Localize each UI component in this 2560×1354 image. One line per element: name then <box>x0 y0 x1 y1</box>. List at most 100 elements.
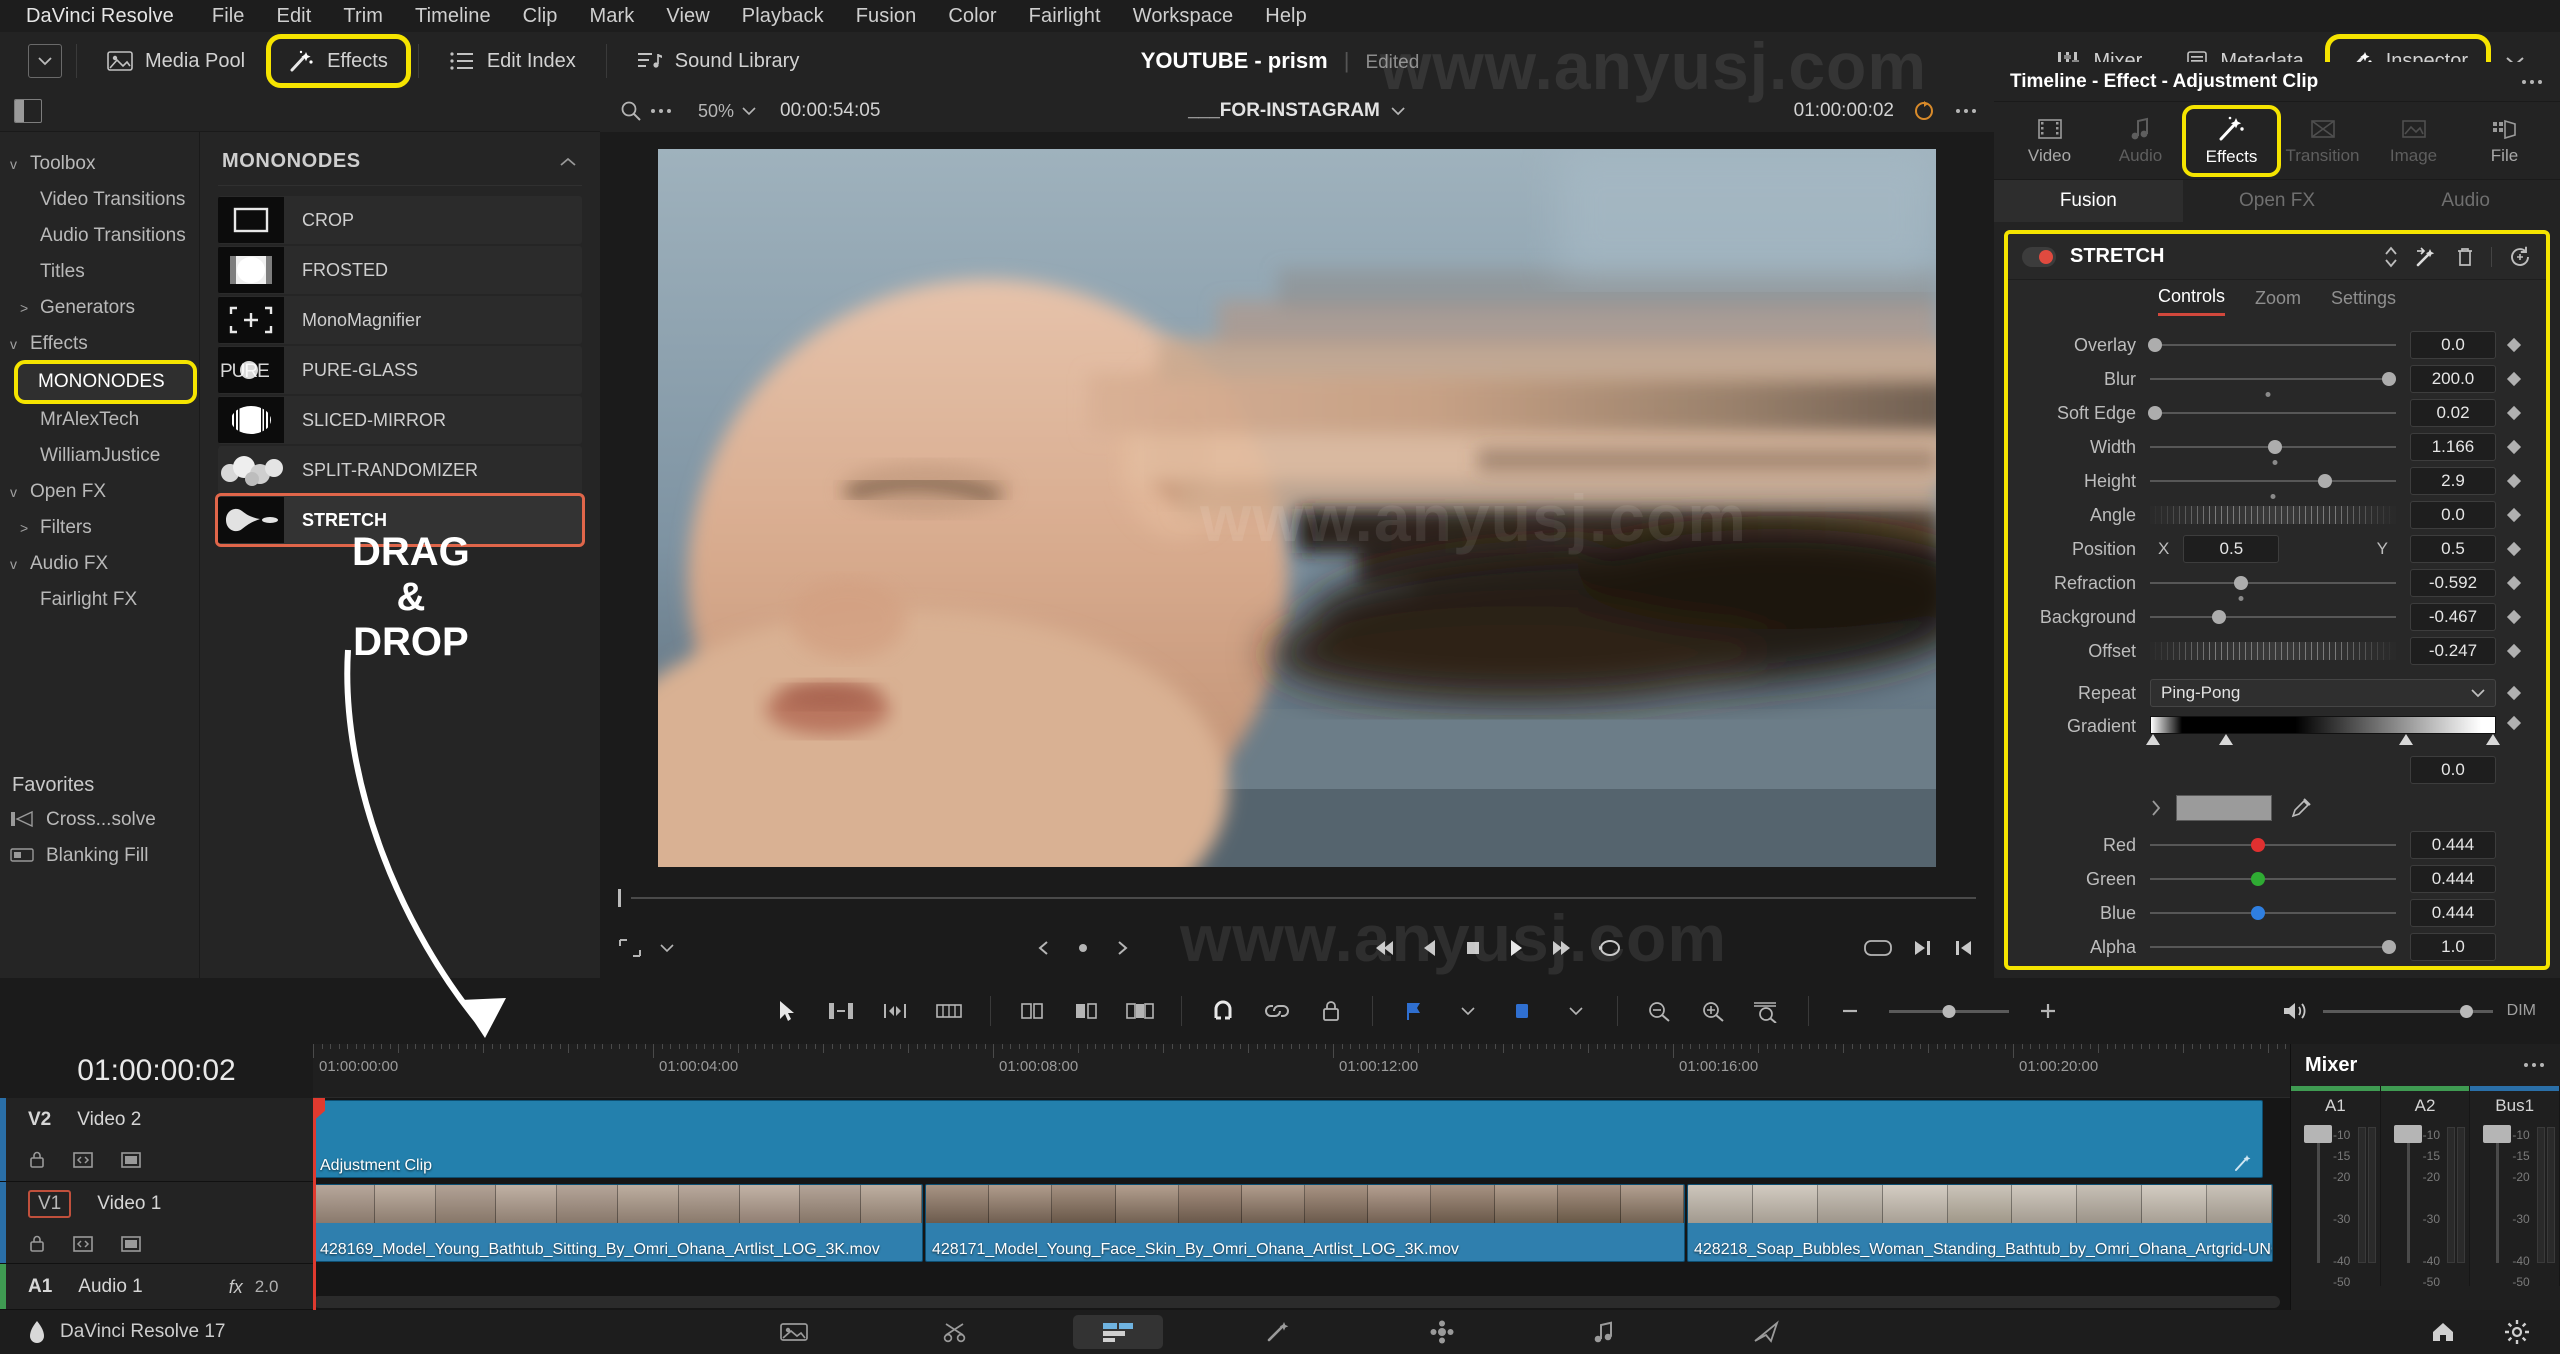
keyframe-button[interactable] <box>2496 685 2532 701</box>
param-value[interactable]: 0.0 <box>2410 501 2496 529</box>
keyframe-button[interactable] <box>2496 371 2532 387</box>
viewer-scrubber[interactable] <box>600 878 1994 918</box>
snapping-magnet-icon[interactable] <box>1206 994 1240 1028</box>
jump-start-icon[interactable] <box>1371 937 1397 959</box>
page-deliver[interactable] <box>1721 1315 1811 1349</box>
param-value[interactable]: 200.0 <box>2410 365 2496 393</box>
menu-item-edit[interactable]: Edit <box>261 0 328 32</box>
keyframe-button[interactable] <box>2496 715 2532 731</box>
tree-item-audio-transitions[interactable]: Audio Transitions <box>0 218 199 254</box>
next-clip-icon[interactable] <box>1910 938 1934 958</box>
dim-label[interactable]: DIM <box>2507 1002 2536 1020</box>
snap-mode-icon[interactable] <box>1015 994 1049 1028</box>
speaker-icon[interactable] <box>2281 999 2309 1023</box>
tree-item-mononodes[interactable]: MONONODES <box>14 360 197 404</box>
keyframe-button[interactable] <box>2496 473 2532 489</box>
menu-item-help[interactable]: Help <box>1249 0 1323 32</box>
next-marker-icon[interactable] <box>1113 939 1131 957</box>
position-y-value[interactable]: 0.5 <box>2410 535 2496 563</box>
effects-button[interactable]: Effects <box>266 34 411 88</box>
delete-icon[interactable] <box>2455 245 2475 269</box>
menu-item-timeline[interactable]: Timeline <box>399 0 507 32</box>
param-value[interactable]: 0.444 <box>2410 865 2496 893</box>
menu-item-color[interactable]: Color <box>932 0 1012 32</box>
media-pool-button[interactable]: Media Pool <box>89 39 263 83</box>
track-video-enable-icon[interactable] <box>120 1150 142 1170</box>
menu-item-clip[interactable]: Clip <box>507 0 574 32</box>
reset-icon[interactable] <box>2508 245 2532 269</box>
timeline-horizontal-scrollbar[interactable] <box>313 1296 2280 1308</box>
param-slider[interactable] <box>2150 835 2396 855</box>
menu-item-fairlight[interactable]: Fairlight <box>1013 0 1117 32</box>
param-value[interactable]: 1.0 <box>2410 933 2496 961</box>
track-id[interactable]: V1 <box>28 1190 72 1218</box>
param-value[interactable]: -0.592 <box>2410 569 2496 597</box>
effect-item-sliced-mirror[interactable]: SLICED-MIRROR <box>218 396 582 444</box>
loop-icon[interactable] <box>1912 100 1936 122</box>
param-value[interactable]: 2.9 <box>2410 467 2496 495</box>
viewer-more-icon[interactable] <box>1954 107 1978 115</box>
page-fairlight[interactable] <box>1559 1315 1649 1349</box>
param-value[interactable]: 0.444 <box>2410 899 2496 927</box>
timeline-tracks-area[interactable]: Adjustment Clip 428169_Model_Young_Batht… <box>313 1098 2290 1310</box>
param-value[interactable]: 0.444 <box>2410 831 2496 859</box>
add-effect-icon[interactable] <box>2415 245 2439 269</box>
param-slider[interactable] <box>2150 573 2396 601</box>
menu-item-file[interactable]: File <box>196 0 261 32</box>
keyframe-button[interactable] <box>2496 643 2532 659</box>
param-slider[interactable] <box>2150 903 2396 923</box>
keyframe-button[interactable] <box>2496 609 2532 625</box>
effect-item-frosted[interactable]: FROSTED <box>218 246 582 294</box>
tab-effects[interactable]: Effects <box>2182 104 2281 177</box>
sub-tab-audio[interactable]: Audio <box>2371 180 2560 222</box>
viewer-options-icon[interactable] <box>646 107 676 115</box>
selection-tool-icon[interactable] <box>770 994 804 1028</box>
lock-track-icon[interactable] <box>1314 994 1348 1028</box>
effect-enable-toggle[interactable] <box>2022 246 2056 267</box>
tree-item-filters[interactable]: > Filters <box>0 510 199 546</box>
param-slider[interactable] <box>2150 869 2396 889</box>
keyframe-button[interactable] <box>2496 541 2532 557</box>
favorite-item-blanking-fill[interactable]: Blanking Fill <box>0 838 199 874</box>
page-cut[interactable] <box>911 1315 1001 1349</box>
scrubber-track[interactable] <box>631 897 1976 899</box>
tree-item-mralextech[interactable]: MrAlexTech <box>0 402 199 438</box>
tab-audio[interactable]: Audio <box>2095 110 2186 172</box>
marker-icon[interactable] <box>1505 994 1539 1028</box>
keyframe-button[interactable] <box>2496 507 2532 523</box>
panel-layout-toggle[interactable] <box>14 98 42 123</box>
page-media[interactable] <box>749 1315 839 1349</box>
prev-clip-icon[interactable] <box>1952 938 1976 958</box>
tree-item-generators[interactable]: > Generators <box>0 290 199 326</box>
param-value[interactable]: -0.467 <box>2410 603 2496 631</box>
gradient-stop[interactable] <box>2219 734 2234 745</box>
control-tab-zoom[interactable]: Zoom <box>2255 288 2301 315</box>
link-clips-icon[interactable] <box>1260 994 1294 1028</box>
flag-icon[interactable] <box>1397 994 1431 1028</box>
tab-file[interactable]: File <box>2459 110 2550 172</box>
audio-volume-slider[interactable] <box>2322 1004 2493 1018</box>
gradient-bar[interactable] <box>2150 716 2496 734</box>
play-icon[interactable] <box>1505 937 1527 959</box>
loop-playback-icon[interactable] <box>1597 937 1623 959</box>
track-video-enable-icon[interactable] <box>120 1234 142 1254</box>
keyframe-button[interactable] <box>2496 337 2532 353</box>
gradient-stop[interactable] <box>2399 734 2414 745</box>
scrubber-playhead[interactable] <box>618 889 621 907</box>
search-icon[interactable] <box>616 100 646 122</box>
panel-chevron-button[interactable] <box>28 44 62 78</box>
marker-dot-icon[interactable] <box>1075 940 1091 956</box>
mixer-channel-a1[interactable]: A1 -10 -15 -20 -30 -40 -50 <box>2291 1086 2381 1289</box>
gradient-stop[interactable] <box>2146 734 2161 745</box>
track-gain-label[interactable]: 2.0 <box>255 1277 279 1297</box>
timeline-ruler[interactable]: 01:00:00:00 01:00:04:00 01:00:08:00 01:0… <box>313 1044 2346 1098</box>
timeline-selector[interactable]: ___FOR-INSTAGRAM <box>1188 100 1406 122</box>
track-fx-label[interactable]: fx <box>229 1277 243 1298</box>
keyframe-button[interactable] <box>2496 439 2532 455</box>
marker-chevron-icon[interactable] <box>1559 994 1593 1028</box>
zoom-fit-icon[interactable] <box>1642 994 1676 1028</box>
param-slider[interactable] <box>2150 937 2396 957</box>
page-color[interactable] <box>1397 1315 1487 1349</box>
overwrite-clip-icon[interactable] <box>1123 994 1157 1028</box>
tab-video[interactable]: Video <box>2004 110 2095 172</box>
